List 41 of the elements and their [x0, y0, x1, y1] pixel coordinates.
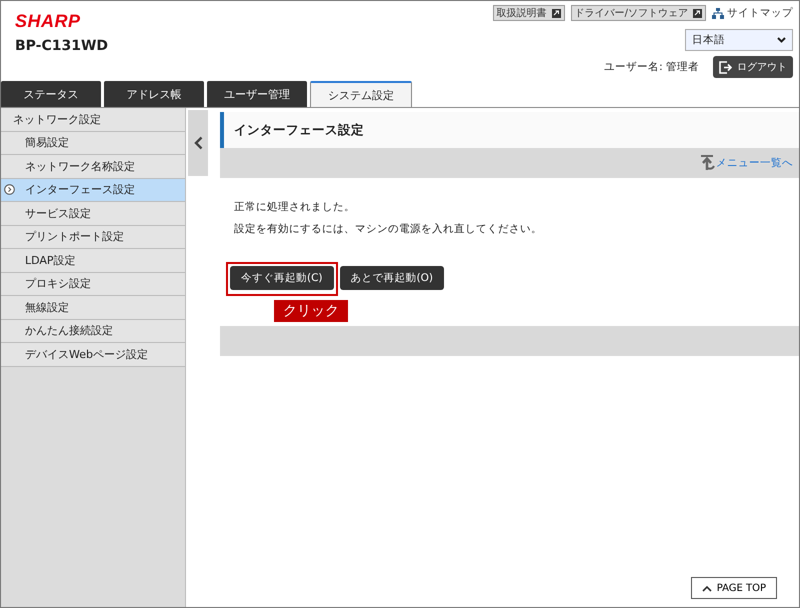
sidebar-item[interactable]: プロキシ設定: [1, 272, 185, 296]
sitemap-link[interactable]: サイトマップ: [712, 6, 793, 20]
message-text: 設定を有効にするには、マシンの電源を入れ直してください。: [234, 222, 543, 236]
logout-icon: [719, 60, 732, 74]
callout-label: クリック: [274, 300, 348, 322]
logout-button[interactable]: ログアウト: [713, 56, 793, 78]
sidebar-item[interactable]: サービス設定: [1, 202, 185, 226]
sidebar-item[interactable]: ネットワーク設定: [1, 108, 185, 132]
tab[interactable]: ユーザー管理: [207, 81, 307, 107]
sidebar-item[interactable]: LDAP設定: [1, 249, 185, 272]
user-name: ユーザー名: 管理者: [604, 60, 699, 74]
chevron-down-icon: [777, 37, 786, 43]
external-link-icon: [693, 8, 702, 18]
sidebar-item[interactable]: かんたん接続設定: [1, 320, 185, 343]
chevron-circle-icon: [4, 184, 15, 196]
model-name: BP-C131WD: [15, 38, 108, 54]
restart-button[interactable]: 今すぐ再起動(C): [230, 266, 334, 290]
external-link-icon: [552, 8, 561, 18]
language-select[interactable]: 日本語: [685, 29, 793, 51]
sidebar-item[interactable]: プリントポート設定: [1, 226, 185, 249]
return-up-icon: [700, 155, 716, 171]
sidebar-item[interactable]: インターフェース設定: [1, 178, 185, 202]
logo: SHARP: [15, 11, 82, 32]
sidebar-item[interactable]: デバイスWebページ設定: [1, 343, 185, 366]
sidebar-item[interactable]: ネットワーク名称設定: [1, 155, 185, 178]
message-text: 正常に処理されました。: [234, 200, 356, 214]
sidebar-item[interactable]: 無線設定: [1, 296, 185, 320]
collapse-button[interactable]: [188, 110, 208, 176]
page-top-button[interactable]: PAGE TOP: [690, 577, 777, 599]
manual-link[interactable]: ドライバー/ソフトウェア: [570, 5, 706, 21]
tab[interactable]: アドレス帳: [104, 81, 204, 107]
restart-button[interactable]: あとで再起動(O): [340, 266, 444, 290]
tab[interactable]: ステータス: [1, 81, 101, 107]
sidebar-item[interactable]: 簡易設定: [1, 132, 185, 155]
chevron-left-icon: [194, 136, 202, 150]
page-title: インターフェース設定: [220, 112, 799, 148]
tab[interactable]: システム設定: [310, 81, 412, 107]
chevron-up-icon: [702, 584, 712, 592]
manual-link[interactable]: 取扱説明書: [492, 5, 565, 21]
menu-list-link[interactable]: メニュー一覧へ: [700, 155, 793, 171]
sitemap-icon: [712, 8, 724, 18]
